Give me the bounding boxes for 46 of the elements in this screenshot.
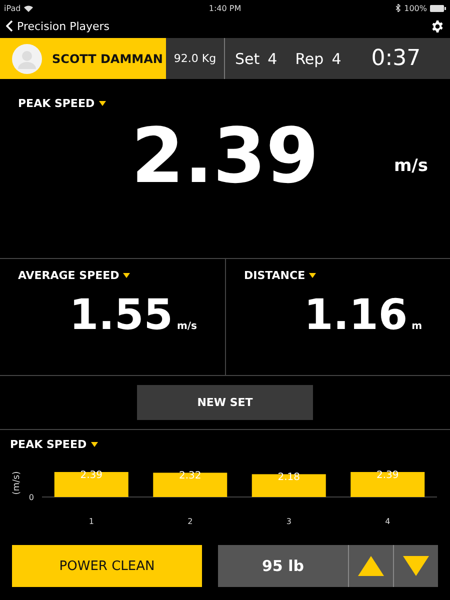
- data-label: 2.39: [80, 470, 102, 481]
- tick-label: 1: [88, 517, 94, 526]
- data-label: 2.18: [278, 472, 300, 484]
- rep-value: 4: [332, 50, 342, 68]
- avatar-icon: [12, 44, 42, 74]
- carrier-label: iPad: [4, 4, 21, 12]
- exercise-button[interactable]: POWER CLEAN: [12, 545, 202, 587]
- tick-label: 3: [286, 517, 292, 526]
- caret-icon[interactable]: [123, 273, 130, 278]
- metric-title[interactable]: DISTANCE: [244, 269, 306, 282]
- bluetooth-icon: [396, 4, 402, 12]
- metric-title[interactable]: AVERAGE SPEED: [18, 269, 120, 282]
- unit-label: m/s: [176, 321, 197, 332]
- chart-title[interactable]: PEAK SPEED: [10, 438, 87, 451]
- body-weight: 92.0 Kg: [166, 38, 225, 79]
- metric-value: 1.55: [69, 290, 173, 339]
- unit-label: m/s: [394, 156, 428, 176]
- up-triangle-icon[interactable]: [358, 556, 384, 576]
- metric-title[interactable]: PEAK SPEED: [18, 97, 95, 110]
- battery-icon: [430, 4, 446, 12]
- rep-label: Rep: [295, 50, 324, 68]
- caret-icon[interactable]: [98, 101, 106, 106]
- back-link[interactable]: Precision Players: [6, 20, 110, 32]
- tick-label: 2: [188, 517, 193, 526]
- set-value: 4: [268, 50, 278, 68]
- data-label: 2.39: [376, 470, 399, 481]
- down-triangle-icon[interactable]: [403, 556, 429, 576]
- chevron-icon[interactable]: [6, 20, 13, 32]
- caret-icon[interactable]: [309, 273, 316, 278]
- clock-label: 1:40 PM: [208, 4, 242, 12]
- set-label: Set: [235, 50, 260, 68]
- unit-label: m: [412, 321, 422, 332]
- load-value: 95 lb: [261, 556, 305, 577]
- axis-label: (m/s): [12, 471, 22, 495]
- new-set-button[interactable]: NEW SET: [137, 385, 313, 420]
- metric-value: 1.16: [304, 290, 408, 339]
- data-label: 2.32: [179, 470, 202, 482]
- baseline-label: 0: [28, 493, 34, 502]
- wifi-icon: [24, 4, 33, 12]
- battery-label: 100%: [404, 4, 427, 12]
- settings-icon[interactable]: [431, 20, 444, 32]
- athlete-name: SCOTT DAMMAN: [52, 52, 163, 66]
- caret-icon[interactable]: [90, 442, 98, 447]
- rest-timer: 0:37: [371, 46, 421, 71]
- tick-label: 4: [385, 517, 390, 526]
- peak-speed-value: 2.39: [131, 114, 319, 198]
